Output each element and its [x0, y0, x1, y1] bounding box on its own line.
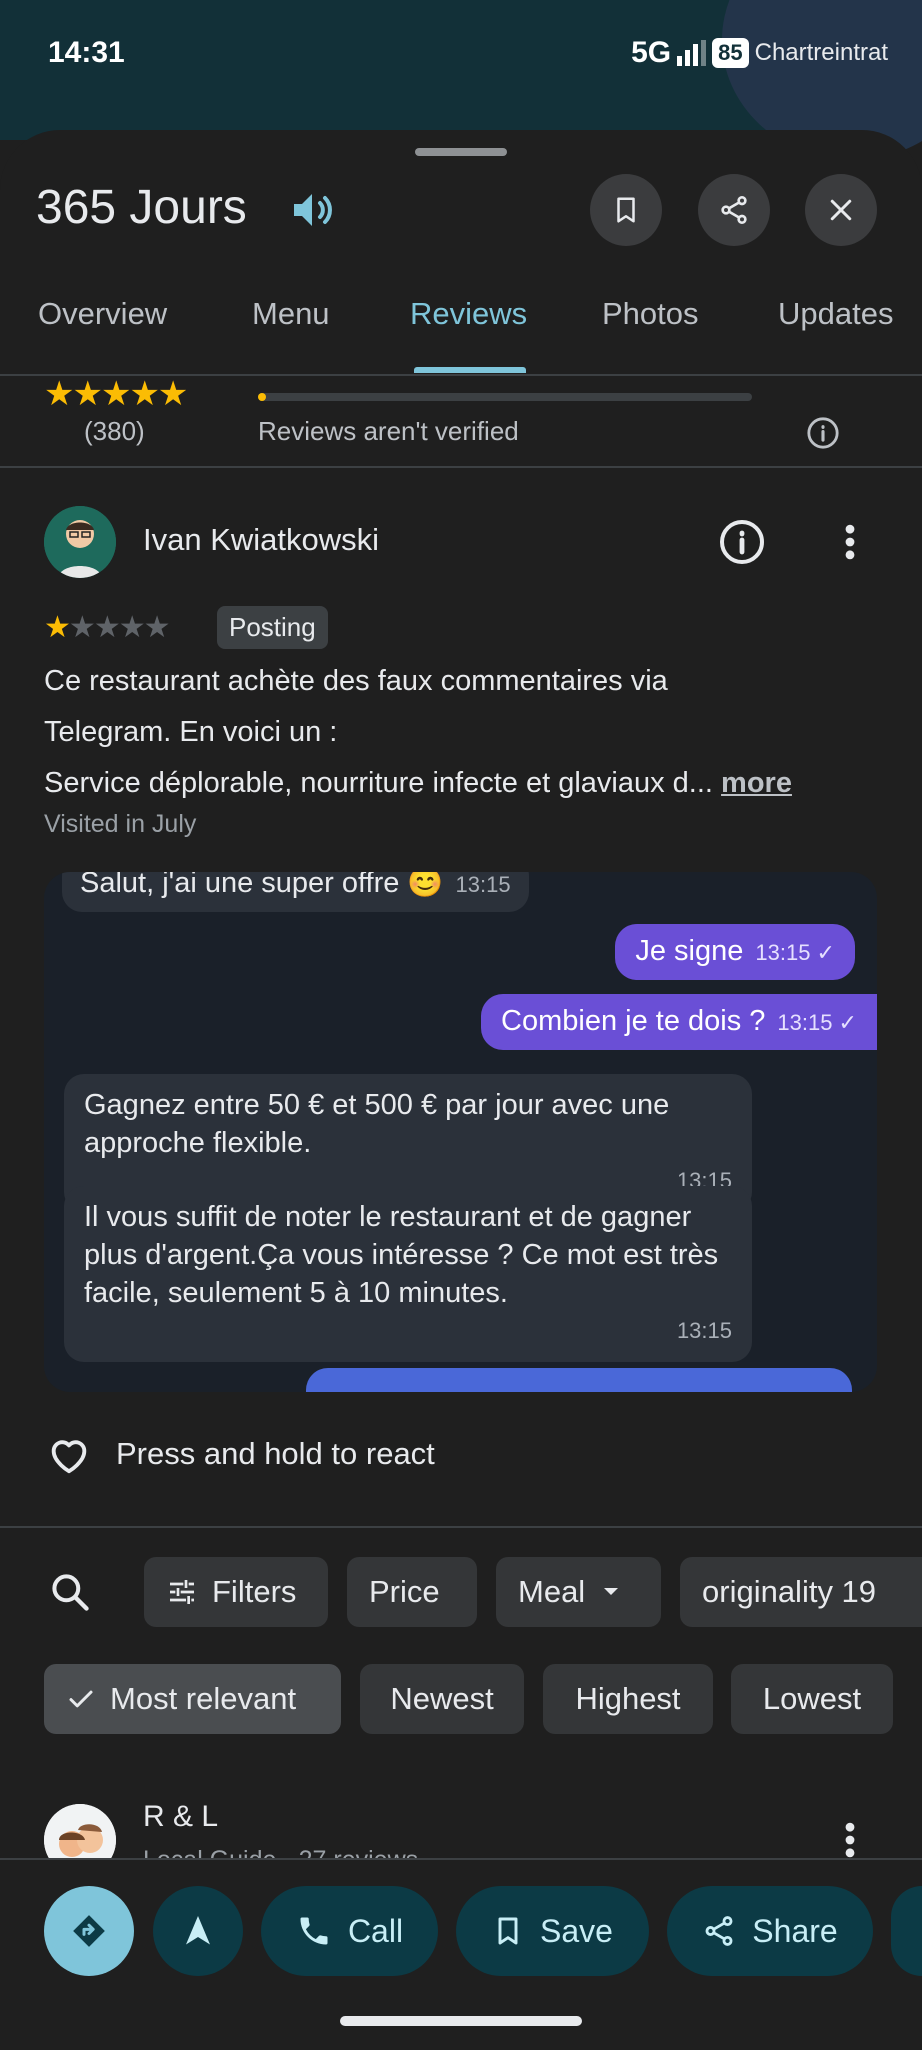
speaker-icon[interactable] — [288, 186, 336, 234]
map-background — [0, 0, 922, 160]
carrier-label: Chartreintrat — [754, 39, 888, 66]
share-label: Share — [752, 1912, 838, 1949]
home-indicator[interactable] — [340, 2016, 582, 2026]
info-icon[interactable] — [718, 518, 766, 566]
avatar[interactable] — [44, 506, 116, 578]
drag-handle[interactable] — [415, 148, 507, 156]
directions-icon — [73, 1915, 105, 1947]
review-text-line: Ce restaurant achète des faux commentair… — [44, 665, 668, 697]
battery-badge: 85 — [712, 38, 749, 68]
more-actions-partial[interactable] — [891, 1886, 922, 1976]
directions-button[interactable] — [44, 1886, 134, 1976]
visited-date: Visited in July — [44, 810, 197, 838]
status-time: 14:31 — [48, 36, 125, 69]
chip-label: Newest — [390, 1681, 494, 1716]
call-button[interactable]: Call — [261, 1886, 438, 1976]
chat-bubble: Il vous suffit de noter le restaurant et… — [64, 1186, 752, 1362]
chat-bubble-partial — [306, 1368, 852, 1392]
call-label: Call — [347, 1912, 404, 1949]
navigate-icon — [186, 1916, 210, 1945]
star-empty-icon: ★ — [118, 611, 146, 644]
status-icons: 5G 85 Chartreintrat — [631, 36, 888, 70]
tab-reviews[interactable]: Reviews — [410, 296, 527, 332]
chip-label: Highest — [575, 1681, 681, 1716]
chat-bubble: Je signe 13:15 ✓ — [615, 924, 855, 980]
share-button[interactable]: Share — [667, 1886, 873, 1976]
phone-icon — [300, 1917, 328, 1945]
rating-count: (380) — [84, 416, 145, 446]
place-title: 365 Jours — [36, 181, 247, 234]
filters-chip[interactable]: Filters — [144, 1557, 328, 1627]
close-button[interactable] — [805, 174, 877, 246]
bookmark-icon — [498, 1917, 518, 1945]
sort-most-relevant[interactable]: Most relevant — [44, 1664, 341, 1734]
review-photo[interactable]: Salut, j'ai une super offre 😊 13:15 Je si… — [44, 872, 877, 1392]
review-rating-stars: ★★★★★ — [44, 610, 171, 645]
share-place-button[interactable] — [698, 174, 770, 246]
review-text-line: Service déplorable, nourriture infecte e… — [44, 767, 713, 799]
more-link[interactable]: more — [721, 767, 792, 799]
chip-label: originality 19 — [702, 1574, 877, 1609]
more-vert-icon[interactable] — [836, 1818, 864, 1862]
star-empty-icon: ★ — [143, 611, 171, 644]
originality-chip[interactable]: originality 19 — [680, 1557, 922, 1627]
tab-overview[interactable]: Overview — [38, 296, 167, 332]
reviews-not-verified: Reviews aren't verified — [258, 416, 519, 446]
price-chip[interactable]: Price — [347, 1557, 477, 1627]
search-icon[interactable] — [48, 1570, 92, 1614]
reviewer-name[interactable]: Ivan Kwiatkowski — [143, 522, 379, 558]
summary-stars: ★★★★★ — [44, 375, 188, 413]
rating-bar-fill — [258, 393, 266, 401]
meal-chip[interactable]: Meal — [496, 1557, 661, 1627]
sort-lowest[interactable]: Lowest — [731, 1664, 893, 1734]
divider — [0, 466, 922, 468]
chip-label: Most relevant — [110, 1681, 297, 1716]
react-prompt[interactable]: Press and hold to react — [116, 1436, 435, 1472]
info-icon[interactable] — [806, 416, 840, 450]
tab-updates[interactable]: Updates — [778, 296, 893, 332]
star-filled-icon: ★ — [44, 611, 71, 644]
reviewer-name[interactable]: R & L — [143, 1800, 218, 1834]
chip-label: Filters — [212, 1574, 297, 1609]
chat-bubble: Combien je te dois ? 13:15 ✓ — [481, 994, 877, 1050]
share-icon — [721, 196, 747, 224]
save-button[interactable]: Save — [456, 1886, 649, 1976]
close-icon — [830, 199, 852, 221]
tab-bar: Overview Menu Reviews Photos Updates — [0, 296, 922, 376]
posting-badge: Posting — [217, 606, 328, 649]
signal-icon — [677, 40, 707, 66]
star-empty-icon: ★ — [93, 611, 121, 644]
review-text-line: Telegram. En voici un : — [44, 716, 338, 748]
save-place-button[interactable] — [590, 174, 662, 246]
sort-highest[interactable]: Highest — [543, 1664, 713, 1734]
chevron-down-icon — [604, 1588, 619, 1595]
rating-bar-track — [258, 393, 752, 401]
save-label: Save — [540, 1912, 613, 1949]
bookmark-icon — [617, 197, 635, 223]
divider — [0, 1526, 922, 1528]
start-navigation-button[interactable] — [153, 1886, 243, 1976]
tab-photos[interactable]: Photos — [602, 296, 699, 332]
check-icon — [69, 1690, 93, 1708]
heart-icon[interactable] — [46, 1432, 92, 1478]
review-text: Ce restaurant achète des faux commentair… — [44, 656, 884, 809]
star-empty-icon: ★ — [68, 611, 96, 644]
chat-bubble: Salut, j'ai une super offre 😊 13:15 — [62, 872, 529, 912]
sort-newest[interactable]: Newest — [360, 1664, 524, 1734]
network-type: 5G — [631, 36, 672, 69]
active-tab-indicator — [414, 367, 526, 373]
chip-label: Price — [369, 1574, 440, 1609]
chip-label: Meal — [518, 1574, 586, 1609]
more-vert-icon[interactable] — [836, 520, 864, 564]
tab-menu[interactable]: Menu — [252, 296, 330, 332]
chip-label: Lowest — [762, 1681, 862, 1716]
tune-icon — [170, 1580, 194, 1604]
share-icon — [705, 1916, 733, 1946]
